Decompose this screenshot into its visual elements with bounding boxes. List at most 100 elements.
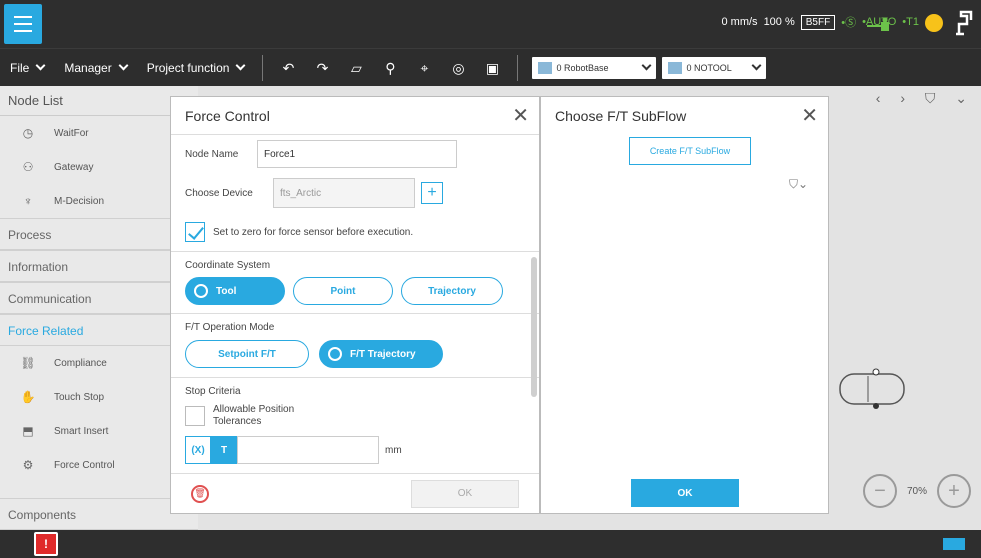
radio-icon bbox=[328, 347, 342, 361]
ok-button[interactable]: OK bbox=[411, 479, 519, 508]
node-item-label: Smart Insert bbox=[54, 425, 109, 437]
keyboard-icon[interactable] bbox=[943, 538, 965, 550]
file-menu-label: File bbox=[10, 60, 30, 75]
smart-insert-icon: ⬒ bbox=[22, 424, 34, 438]
node-item-gateway[interactable]: ⚇ Gateway bbox=[0, 150, 198, 184]
category-components[interactable]: Components bbox=[0, 498, 198, 530]
category-communication[interactable]: Communication bbox=[0, 282, 198, 314]
redo-icon[interactable]: ↷ bbox=[313, 60, 331, 76]
category-information[interactable]: Information bbox=[0, 250, 198, 282]
robot-arm-icon[interactable] bbox=[955, 10, 973, 36]
node-item-touch-stop[interactable]: ✋ Touch Stop bbox=[0, 380, 198, 414]
position-tolerance-checkbox[interactable] bbox=[185, 406, 205, 426]
tool-select[interactable]: 0 NOTOOL bbox=[662, 56, 767, 79]
mode-setpoint-option[interactable]: Setpoint F/T bbox=[185, 340, 309, 368]
axis-x-toggle[interactable]: (X) bbox=[185, 436, 211, 464]
category-force-related[interactable]: Force Related bbox=[0, 314, 198, 346]
chevron-down-icon bbox=[751, 60, 762, 71]
variables-icon[interactable]: ▣ bbox=[483, 60, 501, 76]
node-item-smart-insert[interactable]: ⬒ Smart Insert bbox=[0, 414, 198, 448]
manager-menu-label: Manager bbox=[64, 60, 112, 75]
device-input: fts_Arctic bbox=[273, 178, 415, 208]
dialog-header: Choose F/T SubFlow ✕ bbox=[541, 97, 828, 135]
comment-shape-icon[interactable]: ▱ bbox=[347, 60, 365, 76]
file-menu[interactable]: File bbox=[0, 61, 54, 75]
tool-icon bbox=[668, 61, 683, 74]
unit-label: mm bbox=[385, 444, 402, 456]
flow-node-graphic bbox=[839, 368, 905, 409]
clock-icon: ◷ bbox=[22, 126, 34, 140]
project-function-menu[interactable]: Project function bbox=[137, 61, 255, 75]
touch-stop-icon: ✋ bbox=[20, 390, 36, 404]
zero-sensor-label: Set to zero for force sensor before exec… bbox=[213, 226, 414, 238]
speed-text: 0 mm/s bbox=[721, 16, 758, 28]
category-process[interactable]: Process bbox=[0, 218, 198, 250]
zoom-in-button[interactable]: + bbox=[937, 474, 971, 508]
node-item-label: M-Decision bbox=[54, 195, 105, 207]
gateway-icon: ⚇ bbox=[22, 160, 34, 174]
dialog-scrollbar[interactable] bbox=[531, 257, 537, 397]
point-icon[interactable]: ⌖ bbox=[415, 60, 433, 76]
canvas-nav-arrows[interactable]: ‹ › ⛉ ⌄ bbox=[876, 90, 975, 107]
robot-base-value: 0 RobotBase bbox=[556, 62, 609, 73]
delete-icon[interactable]: 🗑 bbox=[191, 484, 209, 503]
coord-trajectory-option[interactable]: Trajectory bbox=[401, 277, 503, 305]
mode-trajectory-label: F/T Trajectory bbox=[350, 348, 416, 360]
close-icon[interactable]: ✕ bbox=[512, 97, 529, 135]
coord-point-option[interactable]: Point bbox=[293, 277, 393, 305]
node-item-label: Touch Stop bbox=[54, 391, 105, 403]
chat-icon[interactable]: ◎ bbox=[449, 60, 467, 76]
node-item-compliance[interactable]: ⛓ Compliance bbox=[0, 346, 198, 380]
node-item-label: Force Control bbox=[54, 459, 115, 471]
alert-icon[interactable]: ! bbox=[34, 532, 58, 556]
subflow-ok-button[interactable]: OK bbox=[631, 479, 739, 507]
project-function-label: Project function bbox=[146, 60, 230, 75]
node-item-force-control[interactable]: ⚙ Force Control bbox=[0, 448, 198, 482]
coord-tool-label: Tool bbox=[216, 285, 237, 297]
hamburger-menu-button[interactable] bbox=[4, 4, 42, 44]
node-list-panel: Node List ◷ WaitFor ⚇ Gateway ♆ M-Decision … bbox=[0, 86, 198, 530]
force-control-icon: ⚙ bbox=[22, 458, 34, 472]
status-code: B5FF bbox=[800, 14, 836, 30]
node-item-label: WaitFor bbox=[54, 127, 89, 139]
coordinate-system-label: Coordinate System bbox=[185, 260, 271, 271]
choose-device-label: Choose Device bbox=[185, 187, 253, 199]
mode-t1: •T1 bbox=[902, 16, 919, 28]
node-item-m-decision[interactable]: ♆ M-Decision bbox=[0, 184, 198, 218]
node-item-label: Compliance bbox=[54, 357, 107, 369]
search-icon[interactable]: ⚲ bbox=[381, 60, 399, 76]
zero-sensor-checkbox[interactable] bbox=[185, 222, 205, 242]
node-name-input[interactable]: Force1 bbox=[257, 140, 457, 168]
coord-tool-option[interactable]: Tool bbox=[185, 277, 285, 305]
node-item-label: Gateway bbox=[54, 161, 94, 173]
node-item-waitfor[interactable]: ◷ WaitFor bbox=[0, 116, 198, 150]
zoom-control: − 70% + bbox=[862, 474, 971, 508]
decision-icon: ♆ bbox=[23, 194, 33, 208]
force-control-dialog: Force Control ✕ Node Name Force1 Choose … bbox=[170, 96, 540, 514]
robot-base-select[interactable]: 0 RobotBase bbox=[532, 56, 657, 79]
tool-value: 0 NOTOOL bbox=[686, 62, 732, 73]
mode-trajectory-option[interactable]: F/T Trajectory bbox=[319, 340, 443, 368]
zoom-out-button[interactable]: − bbox=[862, 474, 897, 508]
compliance-icon: ⛓ bbox=[20, 356, 36, 370]
chevron-down-icon bbox=[235, 60, 246, 71]
undo-icon[interactable]: ↶ bbox=[279, 60, 297, 76]
tolerance-input[interactable] bbox=[237, 436, 379, 464]
manager-menu[interactable]: Manager bbox=[54, 61, 136, 75]
dialog-header: Force Control ✕ bbox=[171, 97, 539, 135]
axis-t-toggle[interactable]: T bbox=[211, 436, 237, 464]
create-subflow-button[interactable]: Create F/T SubFlow bbox=[629, 137, 751, 165]
close-icon[interactable]: ✕ bbox=[801, 97, 818, 135]
divider bbox=[262, 54, 264, 81]
divider bbox=[517, 54, 519, 81]
zoom-level: 70% bbox=[906, 485, 927, 497]
node-name-label: Node Name bbox=[185, 148, 239, 160]
filter-icon[interactable]: ⛉⌄ bbox=[789, 177, 808, 192]
node-list-title: Node List bbox=[0, 86, 198, 116]
base-icon bbox=[538, 61, 553, 74]
radio-icon bbox=[194, 284, 208, 298]
chevron-down-icon bbox=[35, 60, 46, 71]
chevron-down-icon bbox=[118, 60, 129, 71]
add-device-button[interactable]: + bbox=[421, 182, 443, 204]
stop-criteria-label: Stop Criteria bbox=[185, 386, 241, 397]
